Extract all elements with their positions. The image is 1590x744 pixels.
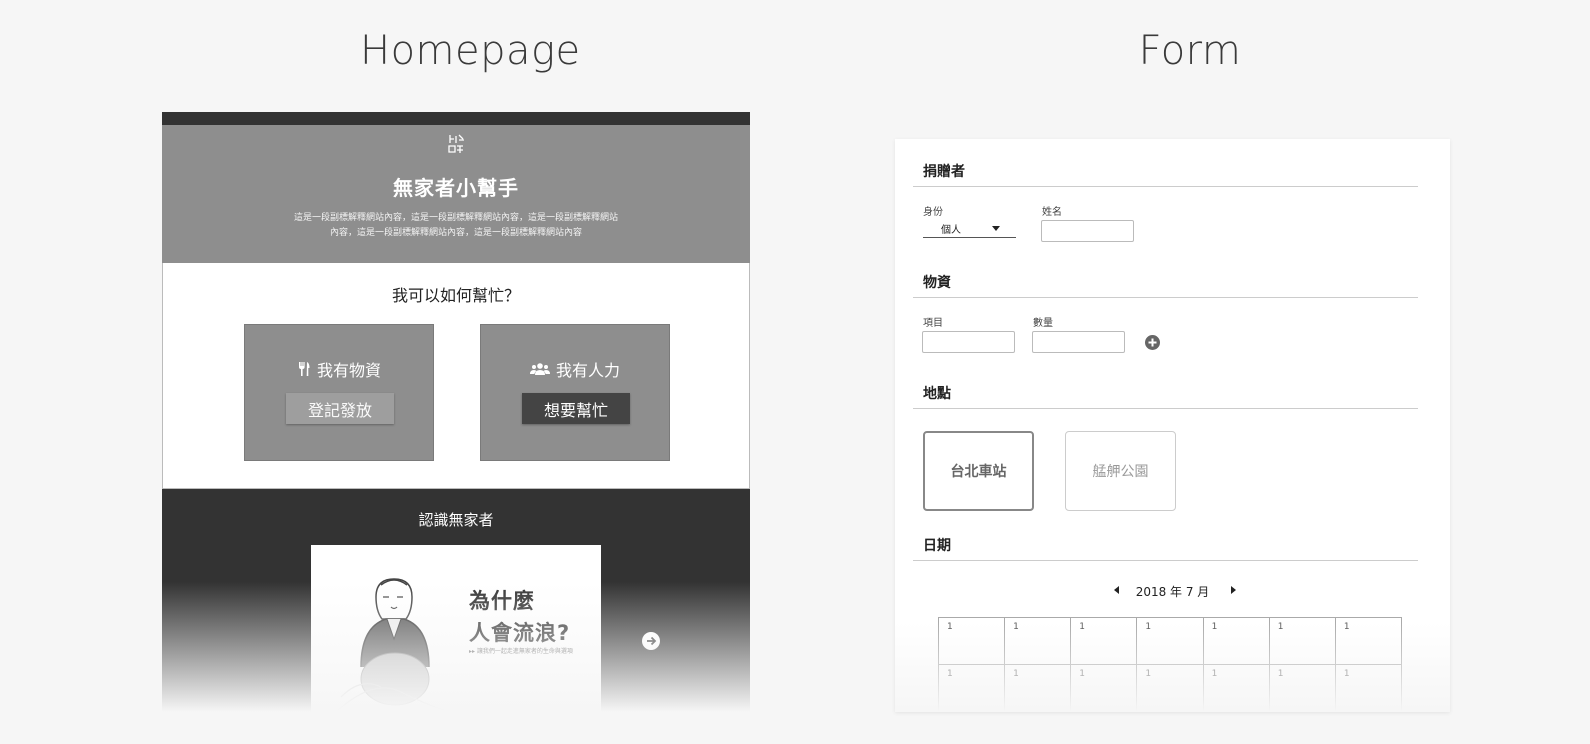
supplies-card-title: 我有物資 [316, 361, 381, 380]
site-subtitle: 這是一段副標解釋網站內容，這是一段副標解釋網站內容，這是一段副標解釋網站內容，這… [293, 213, 618, 238]
calendar-row: 1 1 1 1 1 1 1 [939, 618, 1402, 665]
form-mockup: 捐贈者 身份 個人 姓名 物資 項目 數量 地點 台北車站 艋舺公園 日期 20… [895, 139, 1450, 712]
want-to-help-button[interactable]: 想要幫忙 [522, 393, 630, 424]
identity-value: 個人 [941, 225, 961, 236]
know-section-title: 認識無家者 [418, 511, 494, 529]
item-input[interactable] [922, 331, 1015, 353]
location-section-title: 地點 [923, 386, 951, 402]
location-option-monga-park[interactable]: 艋舺公園 [1065, 431, 1176, 511]
logo-icon [448, 134, 464, 153]
help-question: 我可以如何幫忙？ [391, 286, 520, 305]
calendar-day[interactable]: 1 [1335, 618, 1402, 665]
carousel-next-button[interactable] [642, 632, 660, 650]
quantity-label: 數量 [1033, 318, 1053, 329]
calendar-month: 2018 年 7 月 [1135, 585, 1210, 599]
slide-headline-line-1: 為什麼 [469, 589, 535, 613]
homeless-man-illustration-icon [335, 578, 453, 712]
slide-tagline: ▸▸ 讓我們一起走進無家者的生命與選項 [469, 648, 573, 655]
caret-down-icon [992, 226, 1000, 231]
date-section-title: 日期 [923, 538, 951, 554]
divider [913, 408, 1418, 409]
hero-banner: 無家者小幫手 這是一段副標解釋網站內容，這是一段副標解釋網站內容，這是一段副標解… [162, 125, 750, 263]
plus-icon [1148, 338, 1157, 347]
know-homeless-section: 認識無家者 為什麼 人會流浪? ▸▸ 讓我們一起走進無家者的生命與選項 [162, 489, 750, 712]
next-month-button[interactable] [1231, 586, 1236, 594]
supplies-section-title: 物資 [923, 275, 951, 291]
calendar-day[interactable]: 1 [1071, 665, 1138, 712]
slide-headline-line-2: 人會流浪? [469, 621, 571, 645]
name-label: 姓名 [1042, 207, 1062, 218]
manpower-card-title: 我有人力 [555, 361, 620, 380]
calendar-day[interactable]: 1 [1005, 618, 1072, 665]
homepage-mockup: 無家者小幫手 這是一段副標解釋網站內容，這是一段副標解釋網站內容，這是一段副標解… [162, 112, 750, 712]
site-title: 無家者小幫手 [393, 176, 519, 200]
calendar-day[interactable]: 1 [1203, 618, 1270, 665]
homepage-label: Homepage [360, 28, 581, 74]
users-icon [529, 363, 550, 375]
calendar-day[interactable]: 1 [1137, 665, 1204, 712]
calendar-grid: 1 1 1 1 1 1 1 1 1 1 1 1 1 1 [938, 617, 1402, 712]
quantity-input[interactable] [1032, 331, 1125, 353]
calendar-day[interactable]: 1 [1071, 618, 1138, 665]
identity-select[interactable]: 個人 [923, 221, 1016, 238]
calendar-day[interactable]: 1 [939, 618, 1006, 665]
add-item-button[interactable] [1145, 335, 1160, 350]
supplies-card: 我有物資 登記發放 [244, 324, 434, 461]
calendar-row: 1 1 1 1 1 1 1 [939, 665, 1402, 712]
calendar-day[interactable]: 1 [1005, 665, 1072, 712]
identity-label: 身份 [923, 207, 943, 218]
donor-section-title: 捐贈者 [923, 164, 965, 180]
divider [913, 297, 1418, 298]
calendar-day[interactable]: 1 [1269, 665, 1336, 712]
calendar-day[interactable]: 1 [1203, 665, 1270, 712]
item-label: 項目 [923, 318, 943, 329]
help-section: 我可以如何幫忙？ 我有物資 登記發放 我有人力 想要幫忙 [162, 263, 750, 489]
name-input[interactable] [1041, 220, 1134, 242]
calendar-day[interactable]: 1 [1335, 665, 1402, 712]
utensils-icon [298, 362, 310, 376]
divider [913, 560, 1418, 561]
top-bar [162, 112, 750, 125]
manpower-card: 我有人力 想要幫忙 [480, 324, 670, 461]
arrow-right-icon [647, 636, 657, 646]
form-label: Form [1138, 28, 1242, 74]
calendar-day[interactable]: 1 [939, 665, 1006, 712]
divider [913, 186, 1418, 187]
location-option-taipei-station[interactable]: 台北車站 [923, 431, 1034, 511]
carousel-slide[interactable]: 為什麼 人會流浪? ▸▸ 讓我們一起走進無家者的生命與選項 [311, 545, 601, 712]
calendar-day[interactable]: 1 [1137, 618, 1204, 665]
register-distribution-button[interactable]: 登記發放 [286, 393, 394, 424]
calendar-day[interactable]: 1 [1269, 618, 1336, 665]
